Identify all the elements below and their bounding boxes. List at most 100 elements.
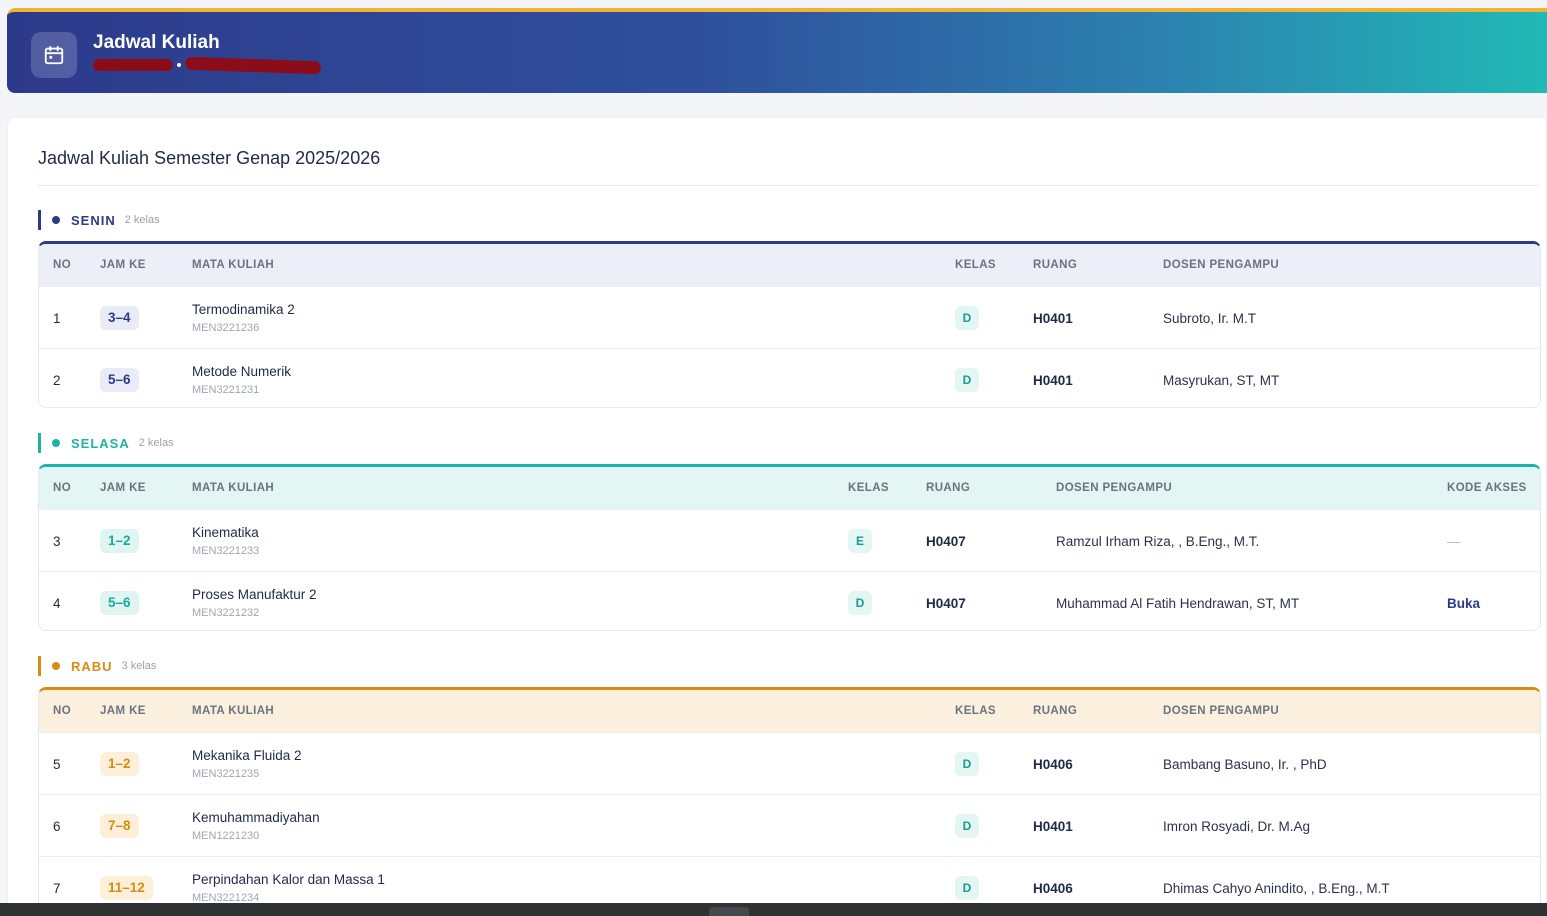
schedule-table-selasa: NO JAM KE MATA KULIAH KELAS RUANG DOSEN PENGA… bbox=[38, 464, 1541, 631]
kelas-cell: E bbox=[848, 510, 872, 572]
course-name: Mekanika Fluida 2 bbox=[192, 747, 302, 763]
column-header-dosen: DOSEN PENGAMPU bbox=[1056, 482, 1173, 494]
kelas-cell: D bbox=[955, 733, 979, 795]
jam-badge: 5–6 bbox=[100, 591, 139, 615]
user-subtitle-redacted bbox=[93, 56, 333, 77]
row-number: 6 bbox=[53, 818, 61, 834]
table-row[interactable]: 3 1–2 Kinematika MEN3221233 E H0407 Ramzul Irh… bbox=[39, 509, 1540, 571]
course-code: MEN3221231 bbox=[192, 383, 260, 396]
schedule-title: Jadwal Kuliah Semester Genap 2025/2026 bbox=[38, 148, 381, 168]
schedule-table-rabu: NO JAM KE MATA KULIAH KELAS RUANG DOSEN PENGA… bbox=[38, 687, 1541, 916]
jam-badge: 7–8 bbox=[100, 814, 139, 838]
kelas-cell: D bbox=[848, 572, 872, 630]
column-header-kelas: KELAS bbox=[848, 482, 889, 494]
course-name: Kinematika bbox=[192, 524, 259, 540]
kelas-badge: D bbox=[955, 368, 979, 392]
table-header: NO JAM KE MATA KULIAH KELAS RUANG DOSEN PENGA… bbox=[39, 467, 1540, 509]
jam-cell: 3–4 bbox=[100, 287, 139, 349]
room-code: H0401 bbox=[1033, 372, 1073, 388]
room-code: H0407 bbox=[926, 533, 966, 549]
lecturer-name: Imron Rosyadi, Dr. M.Ag bbox=[1163, 818, 1311, 834]
column-header-ruang: RUANG bbox=[1033, 705, 1078, 717]
row-number: 4 bbox=[53, 595, 61, 611]
column-header-dosen: DOSEN PENGAMPU bbox=[1163, 705, 1280, 717]
course-code: MEN3221236 bbox=[192, 321, 260, 334]
jam-cell: 7–8 bbox=[100, 795, 139, 857]
kelas-badge: D bbox=[955, 752, 979, 776]
course-name: Termodinamika 2 bbox=[192, 301, 295, 317]
course-name: Perpindahan Kalor dan Massa 1 bbox=[192, 871, 385, 887]
jam-cell: 1–2 bbox=[100, 733, 139, 795]
calendar-icon bbox=[31, 32, 77, 78]
kelas-badge: D bbox=[955, 306, 979, 330]
column-header-jam: JAM KE bbox=[100, 705, 146, 717]
course-code: MEN3221233 bbox=[192, 544, 260, 557]
course-cell: Metode Numerik MEN3221231 bbox=[192, 349, 292, 407]
kelas-badge: D bbox=[848, 591, 872, 615]
row-number: 2 bbox=[53, 372, 61, 388]
course-name: Metode Numerik bbox=[192, 363, 292, 379]
kelas-badge: E bbox=[848, 529, 872, 553]
column-header-ruang: RUANG bbox=[1033, 259, 1078, 271]
lecturer-name: Bambang Basuno, Ir. , PhD bbox=[1163, 756, 1327, 772]
column-header-kelas: KELAS bbox=[955, 259, 996, 271]
day-name: SELASA bbox=[71, 435, 130, 451]
table-row[interactable]: 2 5–6 Metode Numerik MEN3221231 D H0401 Masyru… bbox=[39, 348, 1540, 407]
room-code: H0401 bbox=[1033, 310, 1073, 326]
course-name: Proses Manufaktur 2 bbox=[192, 586, 317, 602]
kelas-cell: D bbox=[955, 795, 979, 857]
schedule-table-senin: NO JAM KE MATA KULIAH KELAS RUANG DOSEN PENGA… bbox=[38, 241, 1541, 408]
table-row[interactable]: 5 1–2 Mekanika Fluida 2 MEN3221235 D H0406 Bam… bbox=[39, 732, 1540, 794]
lecturer-name: Masyrukan, ST, MT bbox=[1163, 372, 1280, 388]
room-code: H0406 bbox=[1033, 756, 1073, 772]
jam-badge: 3–4 bbox=[100, 306, 139, 330]
room-code: H0401 bbox=[1033, 818, 1073, 834]
jam-badge: 1–2 bbox=[100, 529, 139, 553]
bottom-scroll-bar[interactable] bbox=[0, 903, 1547, 916]
day-dot-icon bbox=[52, 216, 60, 224]
day-class-count: 3 kelas bbox=[121, 660, 157, 672]
page: Jadwal Kuliah Jadwal Kuliah Semester Gen… bbox=[0, 0, 1547, 916]
page-header-banner: Jadwal Kuliah bbox=[7, 8, 1547, 93]
course-code: MEN3221232 bbox=[192, 606, 260, 619]
table-row[interactable]: 6 7–8 Kemuhammadiyahan MEN1221230 D H0401 Imro… bbox=[39, 794, 1540, 856]
lecturer-name: Subroto, Ir. M.T bbox=[1163, 310, 1257, 326]
table-row[interactable]: 1 3–4 Termodinamika 2 MEN3221236 D H0401 Subro… bbox=[39, 286, 1540, 348]
day-class-count: 2 kelas bbox=[124, 214, 160, 226]
lecturer-name: Muhammad Al Fatih Hendrawan, ST, MT bbox=[1056, 595, 1300, 611]
course-code: MEN1221230 bbox=[192, 829, 260, 842]
course-cell: Termodinamika 2 MEN3221236 bbox=[192, 287, 295, 349]
row-number: 1 bbox=[53, 310, 61, 326]
jam-cell: 5–6 bbox=[100, 572, 139, 630]
room-code: H0407 bbox=[926, 595, 966, 611]
jam-badge: 1–2 bbox=[100, 752, 139, 776]
day-name: RABU bbox=[71, 658, 113, 674]
table-row[interactable]: 4 5–6 Proses Manufaktur 2 MEN3221232 D H0407 M… bbox=[39, 571, 1540, 630]
row-number: 3 bbox=[53, 533, 61, 549]
kelas-cell: D bbox=[955, 287, 979, 349]
column-header-mata-kuliah: MATA KULIAH bbox=[192, 705, 275, 717]
table-header: NO JAM KE MATA KULIAH KELAS RUANG DOSEN PENGA… bbox=[39, 690, 1540, 732]
kelas-badge: D bbox=[955, 876, 979, 900]
schedule-card: Jadwal Kuliah Semester Genap 2025/2026 S… bbox=[7, 117, 1547, 916]
jam-badge: 11–12 bbox=[100, 876, 153, 900]
kelas-badge: D bbox=[955, 814, 979, 838]
column-header-no: NO bbox=[53, 259, 72, 271]
row-number: 5 bbox=[53, 756, 61, 772]
day-heading-selasa: SELASA 2 kelas bbox=[38, 433, 174, 453]
lecturer-name: Ramzul Irham Riza, , B.Eng., M.T. bbox=[1056, 533, 1260, 549]
column-header-mata-kuliah: MATA KULIAH bbox=[192, 482, 275, 494]
kelas-cell: D bbox=[955, 349, 979, 407]
bottom-bar-handle[interactable] bbox=[709, 907, 749, 916]
column-header-no: NO bbox=[53, 482, 72, 494]
course-name: Kemuhammadiyahan bbox=[192, 809, 320, 825]
divider bbox=[38, 185, 1539, 186]
access-code-open-link[interactable]: Buka bbox=[1447, 572, 1480, 630]
page-header-title: Jadwal Kuliah bbox=[93, 32, 220, 53]
access-code-empty: — bbox=[1447, 533, 1461, 549]
day-heading-rabu: RABU 3 kelas bbox=[38, 656, 156, 676]
table-header: NO JAM KE MATA KULIAH KELAS RUANG DOSEN PENGA… bbox=[39, 244, 1540, 286]
day-dot-icon bbox=[52, 439, 60, 447]
column-header-dosen: DOSEN PENGAMPU bbox=[1163, 259, 1280, 271]
course-code: MEN3221235 bbox=[192, 767, 260, 780]
